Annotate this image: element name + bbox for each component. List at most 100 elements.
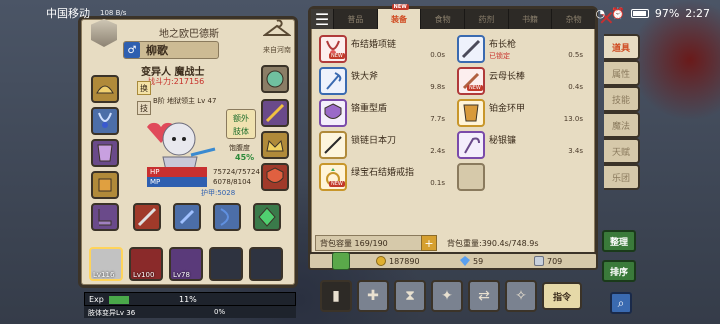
item-name: 铬重型盾 [351, 104, 388, 114]
gold-amount: 187890 [389, 256, 420, 266]
exp-fill [109, 296, 129, 304]
item-name: 铂金环甲 [489, 104, 526, 114]
new-badge: NEW [329, 53, 345, 59]
level-line: B阶 地狱领主 Lv 47 [153, 97, 217, 105]
exp-percent: 11% [179, 295, 197, 304]
inventory-item[interactable]: 铁大斧 9.8s [315, 65, 453, 97]
new-badge: NEW [467, 85, 483, 91]
swap-arrows-icon[interactable]: ⇄ [468, 280, 500, 312]
pet-slot-4[interactable] [209, 247, 243, 281]
inventory-item[interactable]: 铂金环甲 13.0s [453, 97, 591, 129]
inventory-item-empty[interactable] [453, 161, 591, 193]
pet-slot-5[interactable] [249, 247, 283, 281]
pet-slot-2[interactable]: Lv100 [129, 247, 163, 281]
side-tab-talent[interactable]: 天赋 [604, 138, 640, 164]
inventory-panel: ☰ 普品 NEW 装备 食物 药剂 书籍 杂物 NEW 布结婚项链 0.0s 布… [308, 4, 598, 258]
side-tab-items[interactable]: 道具 [604, 34, 640, 60]
equip-slot-accessory[interactable] [253, 203, 281, 231]
expand-capacity-button[interactable]: + [421, 235, 437, 251]
crown-icon [266, 139, 284, 152]
extra-body-button[interactable]: 额外 肢体 [226, 109, 256, 139]
character-portrait [147, 122, 216, 175]
command-button[interactable]: 指令 [542, 282, 582, 310]
mutation-percent: 0% [214, 308, 226, 316]
inventory-item[interactable]: NEW 云母长棒 0.4s [453, 65, 591, 97]
bag-capacity: 背包容量 169/190 [315, 235, 435, 251]
action-bar: ▮ ✚ ⧗ ✦ ⇄ ✧ 指令 [320, 278, 596, 314]
order-button[interactable]: 排序 [602, 260, 636, 282]
book-icon[interactable]: ▮ [320, 280, 352, 312]
item-name: 铁大斧 [351, 72, 379, 82]
character-title: 地之欧巴德斯 [159, 29, 219, 40]
item-weight: 0.4s [568, 83, 583, 91]
equip-slot-ring-2[interactable] [261, 99, 289, 127]
hp-bar: HP 75724/75724 [147, 167, 277, 177]
inventory-item[interactable]: 布长枪 已锁定 0.5s [453, 33, 591, 65]
side-tab-skills[interactable]: 技能 [604, 86, 640, 112]
bag-weight: 背包重量:390.4s/748.9s [447, 239, 539, 248]
inventory-list: NEW 布结婚项链 0.0s 布长枪 已锁定 0.5s 铁大斧 9.8s NEW… [315, 33, 591, 193]
mp-bar: MP 6078/8104 [147, 177, 277, 187]
pet-slot-3[interactable]: Lv78 [169, 247, 203, 281]
equip-slot-bow[interactable] [213, 203, 241, 231]
item-weight: 7.7s [430, 115, 445, 123]
boots-icon [98, 209, 112, 226]
side-tab-band[interactable]: 乐团 [604, 164, 640, 190]
equip-slot-feet[interactable] [91, 203, 119, 231]
inventory-item[interactable]: 秘银镰 3.4s [453, 129, 591, 161]
side-tab-attributes[interactable]: 属性 [604, 60, 640, 86]
equip-slot-belt[interactable] [261, 131, 289, 159]
download-icon[interactable] [332, 252, 350, 270]
katana-icon [319, 131, 347, 159]
item-weight: 2.4s [430, 147, 445, 155]
locked-label: 已锁定 [489, 52, 510, 60]
equip-slot-neck[interactable] [91, 107, 119, 135]
male-icon: ♂ [124, 42, 140, 58]
gem-amount: 59 [473, 256, 484, 266]
spear-icon [265, 103, 285, 123]
sort-button[interactable]: 整理 [602, 230, 636, 252]
hp-label: HP [147, 167, 207, 177]
shield-icon [319, 99, 347, 127]
search-icon[interactable]: ⌕ [610, 292, 632, 314]
armor-icon [457, 99, 485, 127]
equip-slot-ring-1[interactable] [261, 65, 289, 93]
item-name: 布长枪 [489, 40, 517, 50]
gem-icon [460, 256, 470, 266]
side-tab-magic[interactable]: 魔法 [604, 112, 640, 138]
equip-slot-hands[interactable] [91, 171, 119, 199]
crystal-amount: 709 [547, 256, 563, 266]
armor-value: 护甲:5028 [201, 189, 236, 197]
crossbow-icon[interactable]: ✚ [357, 280, 389, 312]
clock: 2:27 [685, 6, 710, 20]
compass-icon[interactable]: ✧ [505, 280, 537, 312]
inventory-item[interactable]: 铬重型盾 7.7s [315, 97, 453, 129]
shuriken-icon[interactable]: ✦ [431, 280, 463, 312]
helmet-icon [96, 85, 114, 94]
battery-percent: 97% [654, 6, 680, 20]
extra-body-line-2: 肢体 [233, 127, 249, 136]
inventory-item[interactable]: NEW 布结婚项链 0.0s [315, 33, 453, 65]
equip-slot-head[interactable] [91, 75, 119, 103]
scythe-icon [457, 131, 485, 159]
name-bar[interactable]: ♂ 柳歌 [123, 41, 219, 59]
gold-currency: 187890 [376, 256, 420, 266]
side-tabs: 道具 属性 技能 魔法 天赋 乐团 [604, 34, 640, 190]
swap-button[interactable]: 换 [137, 81, 151, 95]
exp-bar: Exp 11% [84, 292, 296, 306]
exp-label: Exp [89, 295, 104, 304]
mutation-bar: 肢体变异Lv 36 0% [84, 306, 296, 318]
character-name: 柳歌 [146, 44, 168, 57]
pet-slot-1[interactable]: Lv116 [89, 247, 123, 281]
spear-icon [457, 35, 485, 63]
inventory-item[interactable]: NEW 绿宝石结婚戒指 0.1s [315, 161, 453, 193]
equip-slot-weapon[interactable] [133, 203, 161, 231]
inventory-item[interactable]: 锁链日本刀 2.4s [315, 129, 453, 161]
equip-slot-body[interactable] [91, 139, 119, 167]
item-weight: 0.1s [430, 179, 445, 187]
pet-level: Lv100 [133, 271, 155, 279]
hourglass-icon[interactable]: ⧗ [394, 280, 426, 312]
equip-slot-offhand[interactable] [173, 203, 201, 231]
extra-body-line-1: 额外 [233, 114, 249, 123]
battery-icon [630, 8, 649, 18]
